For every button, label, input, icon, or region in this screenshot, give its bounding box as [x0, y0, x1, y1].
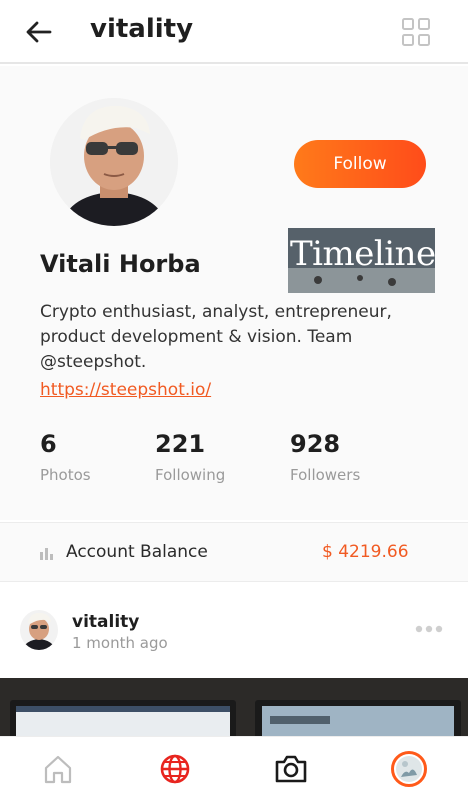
- grid-view-icon[interactable]: [400, 16, 432, 48]
- profile-website-link[interactable]: https://steepshot.io/: [40, 380, 211, 400]
- profile-avatar: [50, 98, 178, 226]
- profile-bio: Crypto enthusiast, analyst, entrepreneur…: [40, 302, 392, 372]
- back-arrow-icon[interactable]: [22, 16, 56, 48]
- profile-nav-avatar[interactable]: [391, 751, 427, 787]
- stat-photos[interactable]: 6 Photos: [40, 430, 91, 484]
- timeline-label: Timeline: [290, 234, 435, 274]
- bar-chart-icon: [40, 548, 53, 560]
- account-balance-value: $ 4219.66: [322, 542, 409, 562]
- account-balance-row[interactable]: Account Balance $ 4219.66: [0, 522, 468, 582]
- globe-icon[interactable]: [157, 751, 193, 787]
- post-header: vitality 1 month ago: [0, 596, 468, 676]
- profile-name: Vitali Horba: [40, 250, 201, 278]
- stat-followers[interactable]: 928 Followers: [290, 430, 360, 484]
- stat-following-value: 221: [155, 430, 206, 458]
- stat-photos-label: Photos: [40, 466, 91, 484]
- stat-following[interactable]: 221 Following: [155, 430, 225, 484]
- home-icon[interactable]: [40, 751, 76, 787]
- stat-photos-value: 6: [40, 430, 57, 458]
- post-image[interactable]: [0, 678, 468, 736]
- more-options-icon[interactable]: [414, 624, 444, 634]
- camera-icon[interactable]: [273, 751, 309, 787]
- profile-section: Follow Timeline Vitali Horba Crypto enth…: [0, 66, 468, 520]
- top-bar: vitality: [0, 0, 468, 64]
- timeline-image[interactable]: Timeline: [288, 228, 435, 293]
- account-balance-label: Account Balance: [66, 542, 208, 562]
- follow-button[interactable]: Follow: [294, 140, 426, 188]
- stat-followers-label: Followers: [290, 466, 361, 484]
- post-username[interactable]: vitality: [72, 612, 139, 632]
- post-author-avatar[interactable]: [20, 610, 58, 650]
- post-timestamp: 1 month ago: [72, 634, 168, 652]
- bottom-navigation: [0, 736, 468, 800]
- stat-followers-value: 928: [290, 430, 341, 458]
- stat-following-label: Following: [155, 466, 226, 484]
- page-title: vitality: [90, 14, 194, 44]
